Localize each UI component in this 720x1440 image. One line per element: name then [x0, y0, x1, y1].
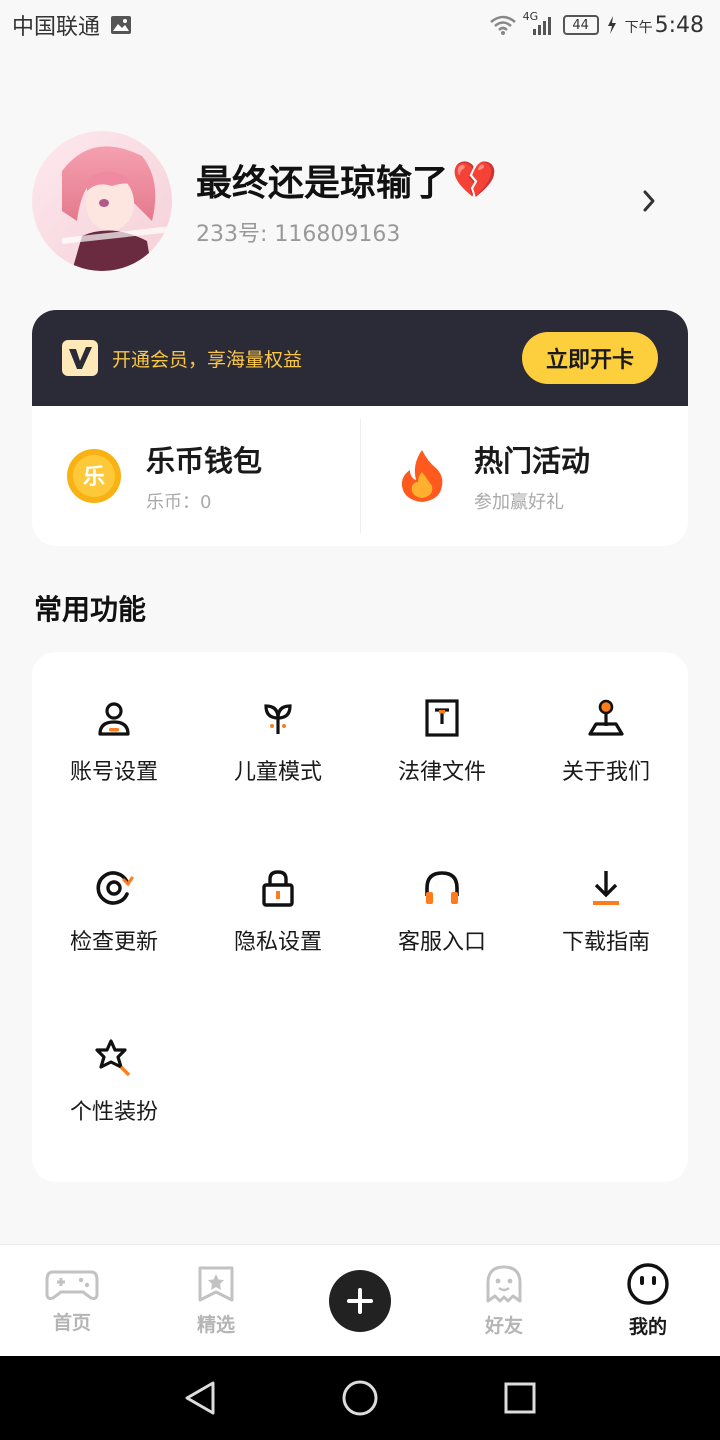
func-label: 隐私设置 — [233, 930, 322, 955]
nickname: 最终还是琼输了 💔 — [196, 154, 634, 206]
coin-char: 乐 — [83, 465, 105, 490]
flame-icon — [394, 448, 450, 504]
time-value: 5:48 — [654, 12, 704, 38]
refresh-icon — [92, 866, 136, 910]
activity-sub: 参加赢好礼 — [474, 492, 564, 513]
profile-header[interactable]: 最终还是琼输了 💔 233号: 116809163 — [32, 130, 688, 272]
carrier-label: 中国联通 — [12, 15, 101, 40]
account-icon — [92, 696, 136, 740]
func-legal-documents[interactable]: 法律文件 — [360, 696, 524, 866]
clock: 下午5:48 — [625, 13, 704, 38]
bottom-nav: 首页 精选 好友 我的 — [0, 1244, 720, 1356]
membership-card: 开通会员，享海量权益 立即开卡 乐 乐币钱包 乐币：0 热门活动 参加赢好礼 — [32, 310, 688, 546]
joystick-icon — [584, 696, 628, 740]
back-icon[interactable] — [178, 1376, 222, 1420]
wifi-icon — [489, 14, 517, 36]
headphones-icon — [420, 866, 464, 910]
func-download-guide[interactable]: 下载指南 — [524, 866, 688, 1036]
avatar[interactable] — [32, 131, 172, 271]
home-circle-icon[interactable] — [338, 1376, 382, 1420]
func-kids-mode[interactable]: 儿童模式 — [196, 696, 360, 866]
image-notification-icon — [110, 15, 132, 35]
coin-icon: 乐 — [66, 448, 122, 504]
system-nav-bar — [0, 1356, 720, 1440]
nav-home[interactable]: 首页 — [0, 1245, 144, 1356]
broken-heart-icon: 💔 — [452, 160, 497, 201]
wallet-entry[interactable]: 乐 乐币钱包 乐币：0 — [32, 406, 360, 546]
wallet-balance: 乐币：0 — [146, 492, 212, 513]
recents-square-icon[interactable] — [498, 1376, 542, 1420]
user-id: 233号: 116809163 — [196, 222, 401, 247]
ghost-icon — [484, 1263, 524, 1309]
open-vip-button[interactable]: 立即开卡 — [522, 332, 658, 384]
download-icon — [584, 866, 628, 910]
func-customer-service[interactable]: 客服入口 — [360, 866, 524, 1036]
nav-label-home: 首页 — [52, 1312, 91, 1334]
func-account-settings[interactable]: 账号设置 — [32, 696, 196, 866]
lock-icon — [256, 866, 300, 910]
func-label: 关于我们 — [561, 760, 650, 785]
func-label: 检查更新 — [69, 930, 158, 955]
star-bookmark-icon — [196, 1264, 236, 1308]
nav-friends[interactable]: 好友 — [432, 1245, 576, 1356]
gamepad-icon — [45, 1266, 99, 1306]
func-label: 账号设置 — [69, 760, 158, 785]
func-privacy-settings[interactable]: 隐私设置 — [196, 866, 360, 1036]
status-bar: 中国联通 4G 44 下午5:48 — [0, 0, 720, 50]
func-label: 客服入口 — [397, 930, 486, 955]
nav-label-mine: 我的 — [626, 1312, 670, 1341]
func-personal-dressup[interactable]: 个性装扮 — [32, 1036, 196, 1206]
battery-indicator: 44 — [562, 15, 599, 35]
legal-doc-icon — [420, 696, 464, 740]
nav-create[interactable] — [288, 1245, 432, 1356]
nav-label-featured: 精选 — [196, 1314, 235, 1336]
network-type-label: 4G — [522, 10, 539, 23]
time-prefix: 下午 — [624, 19, 653, 36]
func-check-update[interactable]: 检查更新 — [32, 866, 196, 1036]
nav-featured[interactable]: 精选 — [144, 1245, 288, 1356]
activity-title: 热门活动 — [474, 444, 591, 478]
func-label: 法律文件 — [397, 760, 486, 785]
plus-icon[interactable] — [329, 1269, 391, 1332]
chevron-right-icon[interactable] — [634, 186, 664, 216]
vip-promo-text: 开通会员，享海量权益 — [112, 348, 303, 371]
smile-face-icon — [626, 1262, 670, 1310]
vip-banner[interactable]: 开通会员，享海量权益 立即开卡 — [32, 310, 688, 406]
func-about-us[interactable]: 关于我们 — [524, 696, 688, 866]
hot-activity-entry[interactable]: 热门活动 参加赢好礼 — [360, 406, 688, 546]
section-title-common-functions: 常用功能 — [34, 593, 147, 626]
vip-logo-icon — [62, 340, 98, 376]
common-functions-panel: 账号设置 儿童模式 法律文件 关于我们 检查更新 隐私设置 客服入口 下载指南 … — [32, 652, 688, 1182]
func-label: 个性装扮 — [69, 1100, 158, 1125]
nickname-text: 最终还是琼输了 — [196, 163, 449, 204]
signal-icon: 4G — [523, 10, 555, 36]
sprout-icon — [256, 696, 300, 740]
magic-star-icon — [92, 1036, 136, 1080]
func-label: 儿童模式 — [233, 760, 322, 785]
func-label: 下载指南 — [561, 930, 650, 955]
charging-icon — [607, 16, 617, 34]
nav-label-friends: 好友 — [484, 1315, 523, 1337]
wallet-title: 乐币钱包 — [146, 444, 263, 478]
nav-mine[interactable]: 我的 — [576, 1245, 720, 1356]
